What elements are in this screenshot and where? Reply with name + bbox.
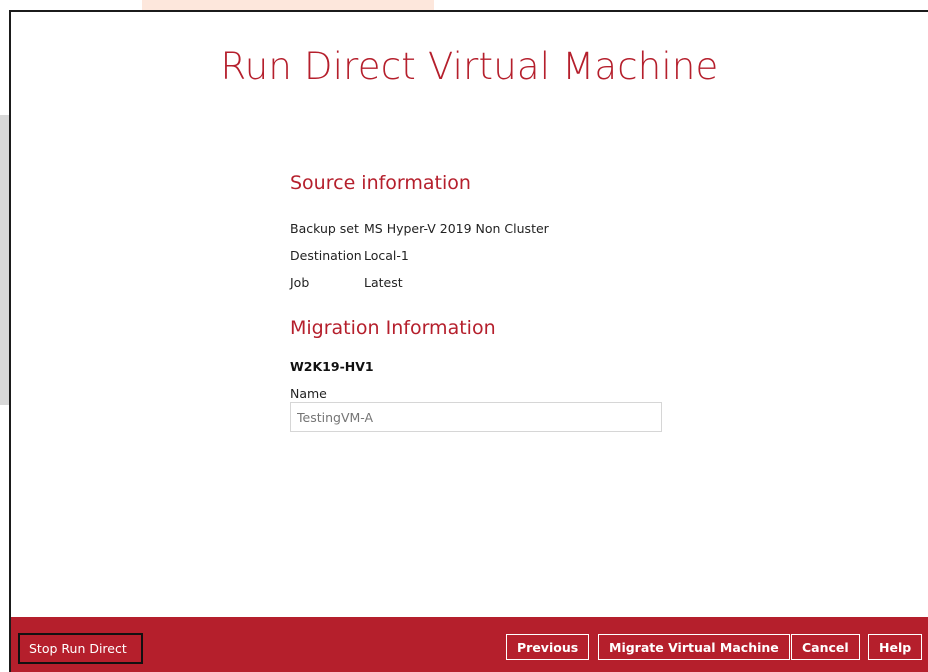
info-value: Local-1: [364, 248, 409, 263]
run-direct-dialog: Run Direct Virtual Machine Source inform…: [9, 10, 928, 672]
info-key: Backup set: [290, 221, 359, 236]
info-row-job: Job Latest: [290, 275, 403, 290]
info-value: MS Hyper-V 2019 Non Cluster: [364, 221, 549, 236]
info-row-destination: Destination Local-1: [290, 248, 409, 263]
migrate-virtual-machine-button[interactable]: Migrate Virtual Machine: [598, 634, 790, 660]
previous-button[interactable]: Previous: [506, 634, 590, 660]
host-name: W2K19-HV1: [290, 359, 374, 374]
footer-bar: Stop Run Direct Previous Migrate Virtual…: [11, 617, 928, 672]
name-label: Name: [290, 386, 327, 401]
info-key: Destination: [290, 248, 362, 263]
cancel-button[interactable]: Cancel: [791, 634, 860, 660]
dialog-title: Run Direct Virtual Machine: [220, 45, 719, 88]
info-key: Job: [290, 275, 310, 290]
screen: Run Direct Virtual Machine Source inform…: [0, 0, 928, 672]
info-value: Latest: [364, 275, 403, 290]
help-button[interactable]: Help: [868, 634, 923, 660]
stop-run-direct-button[interactable]: Stop Run Direct: [18, 633, 143, 664]
info-row-backup-set: Backup set MS Hyper-V 2019 Non Cluster: [290, 221, 549, 236]
source-information-heading: Source information: [290, 172, 471, 194]
migration-information-heading: Migration Information: [290, 317, 496, 339]
vm-name-input[interactable]: [290, 402, 662, 432]
